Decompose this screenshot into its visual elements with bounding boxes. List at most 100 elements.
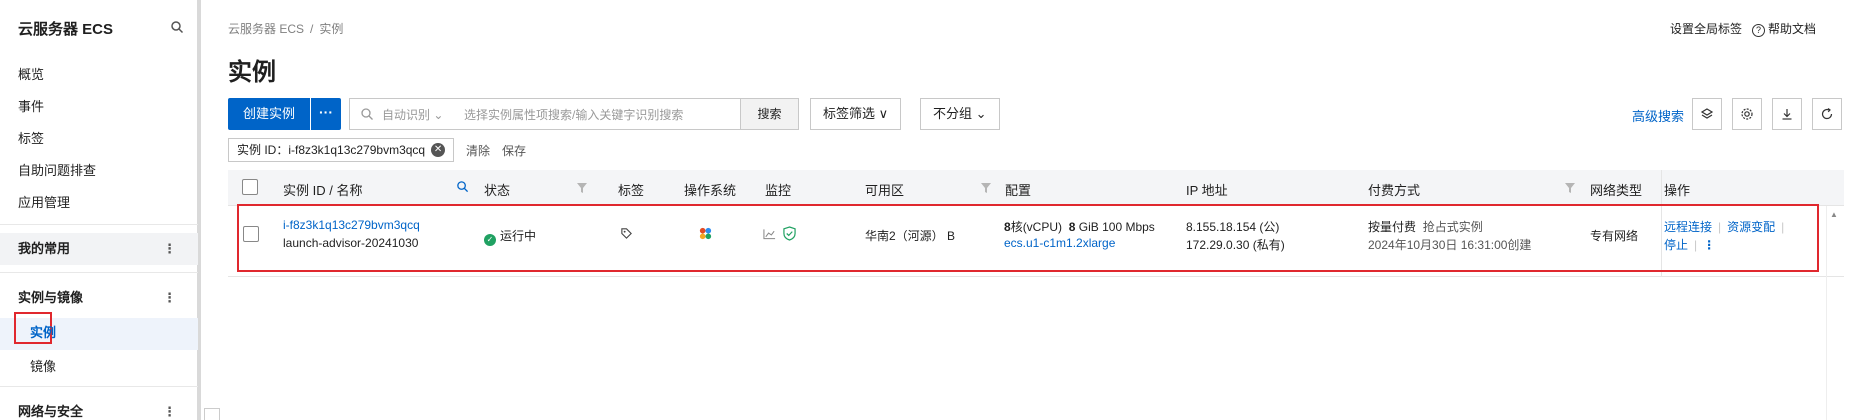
sidebar-item-instances[interactable]: 实例: [30, 322, 56, 341]
tag-icon[interactable]: [620, 227, 633, 240]
stop-link[interactable]: 停止: [1664, 238, 1688, 252]
row-divider: [228, 276, 1844, 277]
search-icon: [361, 108, 373, 120]
clear-filter-link[interactable]: 清除: [466, 142, 490, 159]
sidebar-item-overview[interactable]: 概览: [18, 64, 44, 83]
column-header-network: 网络类型: [1590, 183, 1643, 198]
sidebar-item-events[interactable]: 事件: [18, 96, 44, 115]
instance-name: launch-advisor-20241030: [283, 236, 419, 250]
action-separator: |: [1781, 220, 1785, 234]
create-instance-button[interactable]: 创建实例: [228, 98, 310, 130]
status-label: 运行中: [500, 229, 537, 243]
search-input[interactable]: 选择实例属性项搜索/输入关键字识别搜索: [464, 106, 740, 123]
close-icon[interactable]: ✕: [431, 143, 446, 157]
more-icon[interactable]: ⋮: [163, 282, 176, 314]
tag-filter-label: 标签筛选: [823, 106, 876, 121]
global-tags-link[interactable]: 设置全局标签: [1670, 20, 1742, 37]
breadcrumb-root[interactable]: 云服务器 ECS: [228, 22, 304, 36]
search-mode-label: 自动识别: [382, 107, 431, 122]
help-docs-link[interactable]: ? 帮助文档: [1751, 20, 1816, 37]
cpu-count: 8: [1004, 220, 1011, 234]
column-header-tags: 标签: [618, 183, 645, 198]
header-actions: 设置全局标签 ? 帮助文档: [1670, 20, 1816, 37]
sidebar: 云服务器 ECS 概览 事件 标签 自助问题排查 应用管理 我的常用 ⋮ 实例与…: [0, 0, 201, 420]
more-icon[interactable]: ⋮: [163, 396, 176, 420]
public-ip: 8.155.18.154 (公): [1186, 220, 1280, 234]
search-bar: 自动识别 ⌄ 选择实例属性项搜索/输入关键字识别搜索 搜索: [349, 98, 799, 130]
breadcrumb-current: 实例: [319, 22, 344, 36]
filter-icon[interactable]: [980, 182, 992, 194]
chart-line-icon[interactable]: [763, 228, 776, 240]
search-icon[interactable]: [456, 180, 469, 193]
sidebar-group-label: 我的常用: [18, 241, 71, 256]
sidebar-item-tags[interactable]: 标签: [18, 128, 44, 147]
download-button[interactable]: [1772, 98, 1802, 130]
more-actions-icon[interactable]: ⋮: [1703, 238, 1715, 252]
row-actions-second-line: 停止 | ⋮: [1664, 236, 1715, 253]
row-checkbox[interactable]: [243, 226, 259, 242]
private-ip: 172.29.0.30 (私有): [1186, 238, 1285, 252]
select-all-checkbox[interactable]: [242, 179, 258, 195]
sidebar-title: 云服务器 ECS: [18, 21, 114, 38]
layers-button[interactable]: [1692, 98, 1722, 130]
sidebar-group-instances-images[interactable]: 实例与镜像 ⋮: [0, 282, 198, 314]
sidebar-item-images[interactable]: 镜像: [30, 356, 56, 375]
sidebar-item-app-management[interactable]: 应用管理: [18, 192, 70, 211]
breadcrumb: 云服务器 ECS / 实例: [228, 20, 343, 37]
sidebar-divider: [0, 272, 198, 273]
shield-check-icon[interactable]: [783, 226, 796, 241]
table-scrollbar[interactable]: ▲: [1826, 206, 1840, 420]
filter-icon[interactable]: [1564, 182, 1576, 194]
page-title: 实例: [228, 59, 276, 86]
search-icon[interactable]: [170, 20, 184, 34]
gear-icon: [1741, 108, 1753, 120]
help-docs-label: 帮助文档: [1767, 22, 1816, 36]
chevron-down-icon: ⌄: [433, 107, 444, 122]
config-spec: 8核(vCPU) 8 GiB 100 Mbps: [1004, 218, 1155, 235]
advanced-search-link[interactable]: 高级搜索: [1632, 106, 1684, 125]
resize-link[interactable]: 资源变配: [1727, 220, 1775, 234]
column-header-config: 配置: [1005, 183, 1032, 198]
instance-type-link[interactable]: ecs.u1-c1m1.2xlarge: [1004, 236, 1115, 250]
column-header-billing: 付费方式: [1368, 183, 1421, 198]
os-logo-icon: [699, 227, 712, 240]
table-header: 实例 ID / 名称 状态 标签 操作系统 监控 可用区 配置 IP 地址 付费…: [228, 170, 1844, 206]
scroll-up-icon[interactable]: ▲: [1830, 210, 1838, 219]
create-more-button[interactable]: ···: [311, 98, 341, 130]
instance-id-link[interactable]: i-f8z3k1q13c279bvm3qcq: [283, 218, 420, 232]
search-button[interactable]: 搜索: [740, 99, 798, 129]
column-header-zone: 可用区: [865, 183, 905, 198]
sidebar-group-label: 网络与安全: [18, 404, 84, 419]
chevron-down-icon: ∨: [878, 106, 889, 121]
column-header-status: 状态: [484, 183, 511, 198]
bandwidth: 100 Mbps: [1102, 220, 1155, 234]
column-header-ip: IP 地址: [1186, 183, 1228, 198]
save-filter-link[interactable]: 保存: [502, 142, 526, 159]
settings-button[interactable]: [1732, 98, 1762, 130]
search-mode-select[interactable]: 自动识别 ⌄: [382, 106, 464, 123]
refresh-button[interactable]: [1812, 98, 1842, 130]
sidebar-group-favorites[interactable]: 我的常用 ⋮: [0, 233, 198, 265]
group-select[interactable]: 不分组 ⌄: [920, 98, 1000, 130]
refresh-icon: [1821, 108, 1833, 120]
tag-filter-button[interactable]: 标签筛选 ∨: [810, 98, 902, 130]
filter-chip-label: 实例 ID：i-f8z3k1q13c279bvm3qcq: [237, 143, 426, 157]
remote-connect-link[interactable]: 远程连接: [1664, 220, 1712, 234]
filter-icon[interactable]: [576, 182, 588, 194]
sidebar-group-network-security[interactable]: 网络与安全 ⋮: [0, 396, 198, 420]
more-icon[interactable]: ⋮: [163, 233, 176, 265]
status-badge: ✓ 运行中: [484, 227, 536, 246]
sidebar-collapse-handle[interactable]: [204, 408, 220, 420]
sidebar-scrollbar[interactable]: [197, 0, 201, 420]
layers-icon: [1700, 108, 1714, 119]
action-separator: |: [1718, 220, 1722, 234]
memory-size: 8: [1068, 220, 1076, 234]
sidebar-group-label: 实例与镜像: [18, 290, 84, 305]
sidebar-divider: [0, 224, 198, 225]
billing-note: 抢占式实例: [1422, 220, 1483, 234]
breadcrumb-separator: /: [310, 22, 314, 36]
network-type: 专有网络: [1590, 229, 1639, 243]
sidebar-item-self-troubleshoot[interactable]: 自助问题排查: [18, 160, 96, 179]
filter-chip: 实例 ID：i-f8z3k1q13c279bvm3qcq ✕: [228, 138, 455, 162]
column-header-actions: 操作: [1664, 183, 1691, 198]
